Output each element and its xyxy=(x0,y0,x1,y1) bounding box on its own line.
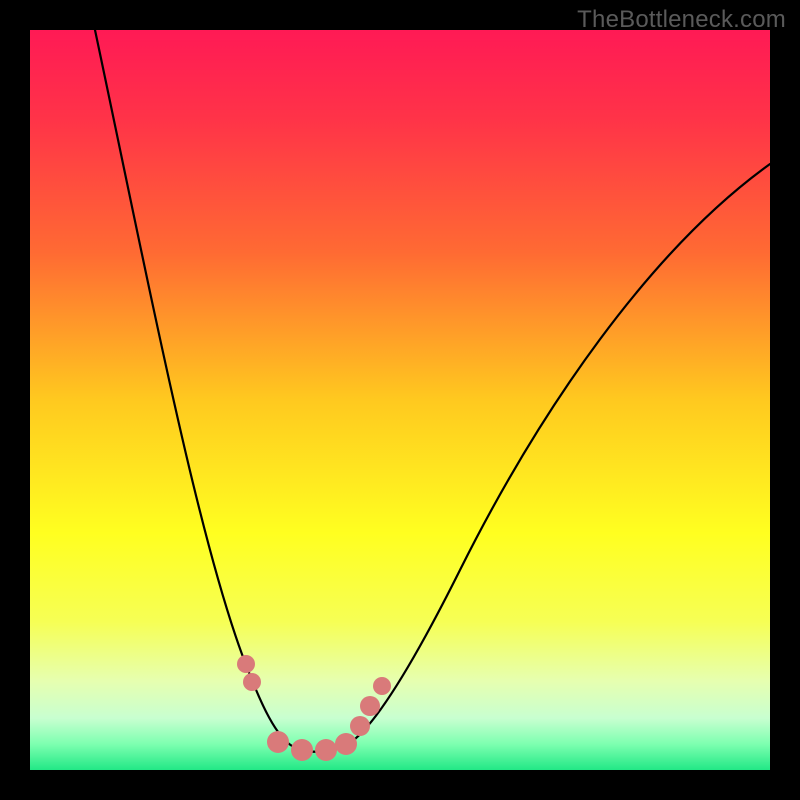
chart-frame xyxy=(30,30,770,770)
marker-dot xyxy=(243,673,261,691)
chart-svg xyxy=(30,30,770,770)
marker-dot xyxy=(267,731,289,753)
marker-dot xyxy=(350,716,370,736)
marker-dot xyxy=(291,739,313,761)
marker-dot xyxy=(335,733,357,755)
marker-dot xyxy=(237,655,255,673)
marker-dot xyxy=(373,677,391,695)
marker-dot xyxy=(315,739,337,761)
chart-background xyxy=(30,30,770,770)
marker-dot xyxy=(360,696,380,716)
watermark-text: TheBottleneck.com xyxy=(577,6,786,34)
